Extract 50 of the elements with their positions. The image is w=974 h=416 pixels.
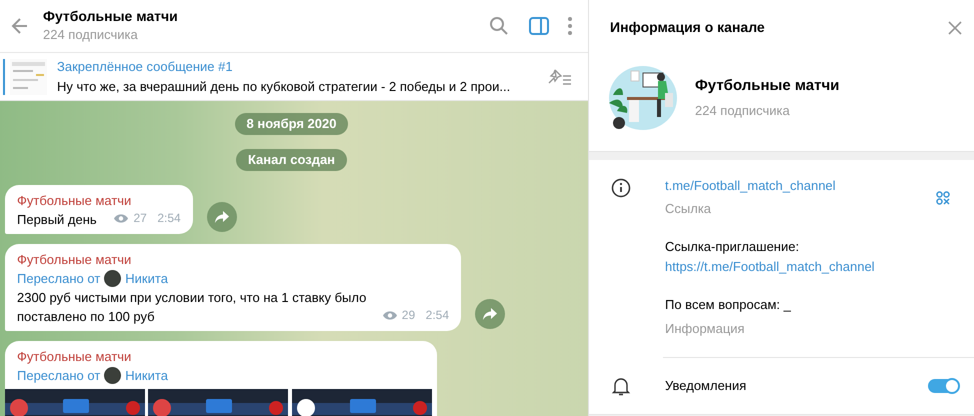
pinned-message-text: Ну что же, за вчерашний день по кубковой стратегии - 2 победы и 2 прои... (57, 78, 512, 96)
info-icon (611, 178, 631, 198)
forwarded-author[interactable]: Никита (125, 269, 168, 288)
qr-code-button[interactable] (936, 190, 950, 205)
message-author[interactable]: Футбольные матчи (17, 347, 425, 366)
qr-code-icon (936, 190, 950, 205)
message-text: 2300 руб чистыми при условии того, что на 1 ставку было поставлено по 100 руб (17, 289, 368, 326)
message-time: 2:54 (426, 307, 449, 324)
notifications-toggle[interactable] (928, 378, 958, 392)
message-author[interactable]: Футбольные матчи (17, 250, 449, 269)
notifications-label: Уведомления (665, 376, 748, 395)
invite-link[interactable]: https://t.me/Football_match_channel (665, 257, 950, 278)
subscriber-count: 224 подписчика (43, 26, 139, 44)
message-author[interactable]: Футбольные матчи (17, 191, 181, 210)
share-button[interactable] (475, 299, 505, 329)
service-message: 8 ноября 2020 (234, 113, 348, 135)
forwarded-label: Переслано от (17, 367, 100, 385)
avatar (104, 367, 122, 384)
more-icon[interactable] (568, 17, 572, 35)
field-label: Информация (665, 320, 746, 338)
back-button[interactable] (10, 16, 30, 36)
share-arrow-icon (214, 210, 230, 224)
panel-title: Информация о канале (610, 18, 766, 37)
view-count: 29 (402, 307, 416, 324)
message-time: 2:54 (157, 210, 181, 227)
avatar (104, 270, 122, 287)
pinned-title[interactable]: Закреплённое сообщение #1 (57, 57, 546, 76)
field-label: Ссылка-приглашение: (665, 238, 800, 256)
sidebar-toggle-icon[interactable] (528, 17, 548, 35)
description-text: По всем вопросам: _ (665, 296, 792, 314)
channel-name: Футбольные матчи (695, 76, 840, 96)
bell-icon (611, 376, 631, 396)
chat-title: Футбольные матчи (43, 7, 179, 26)
close-icon (948, 20, 962, 34)
forwarded-label: Переслано от (17, 270, 100, 288)
subscriber-count: 224 подписчика (695, 102, 791, 120)
message-text: Первый день (17, 211, 97, 229)
field-label: Ссылка (665, 200, 712, 218)
close-button[interactable] (948, 20, 962, 34)
forwarded-author[interactable]: Никита (125, 366, 168, 385)
pin-list-icon[interactable] (546, 66, 572, 86)
search-icon[interactable] (489, 16, 509, 36)
views-icon (113, 213, 130, 224)
views-icon (382, 310, 398, 321)
share-arrow-icon (482, 307, 498, 321)
share-button[interactable] (206, 202, 237, 232)
view-count: 27 (133, 210, 147, 227)
back-icon (10, 16, 30, 36)
channel-link[interactable]: t.me/Football_match_channel (665, 176, 936, 196)
service-message: Канал создан (236, 149, 348, 171)
